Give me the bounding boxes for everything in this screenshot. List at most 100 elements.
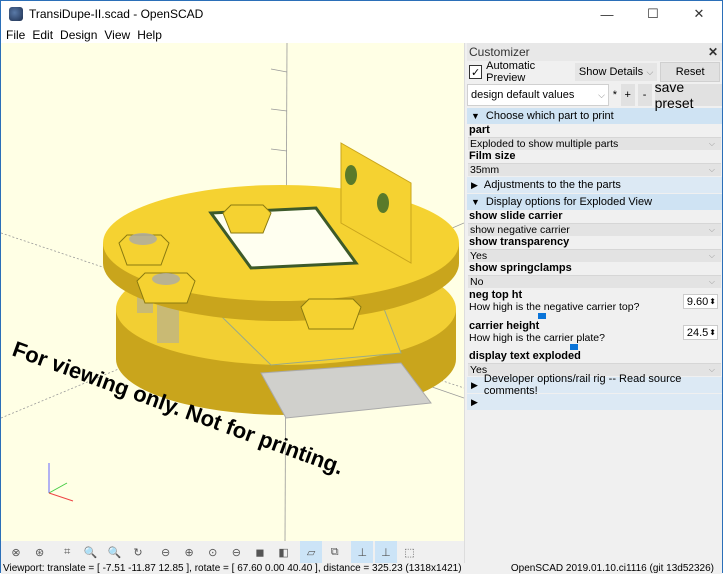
zoom-out-icon: 🔍	[107, 546, 122, 559]
group-display-options[interactable]: ▼ Display options for Exploded View	[467, 194, 722, 210]
param-carrier-height-spinbox[interactable]: 24.5 ⬍	[682, 325, 718, 340]
spin-value: 24.5	[686, 326, 709, 339]
menu-design[interactable]: Design	[60, 28, 97, 42]
automatic-preview-label: Automatic Preview	[486, 60, 536, 84]
view-top-button[interactable]: ⊕	[178, 541, 200, 563]
param-neg-top-ht: neg top ht How high is the negative carr…	[467, 288, 722, 319]
param-carrier-height-slider[interactable]	[570, 344, 579, 350]
add-preset-button[interactable]: +	[620, 84, 635, 106]
group-label: Adjustments to the the parts	[483, 179, 621, 191]
view-right-icon: ⊖	[160, 546, 171, 559]
render-button[interactable]: ⊛	[29, 541, 51, 563]
version-status: OpenSCAD 2019.01.10.ci1116 (git 13d52326…	[510, 563, 714, 574]
details-mode-select[interactable]: Show Details ⌵	[574, 63, 658, 81]
view-back-icon: ◧	[278, 546, 289, 559]
expanded-arrow-icon: ▼	[471, 197, 480, 207]
param-carrier-height-description: How high is the carrier plate?	[469, 332, 605, 344]
save-preset-button[interactable]: save preset	[654, 79, 723, 111]
preview-icon: ⊗	[11, 546, 21, 559]
customizer-title-bar: Customizer ✕	[467, 43, 722, 61]
orthogonal-icon: ⧉	[330, 545, 339, 558]
param-neg-top-ht-label: neg top ht	[469, 289, 523, 301]
param-show-springclamps-select[interactable]: No ⌵	[468, 275, 721, 288]
preset-value: design default values	[471, 89, 575, 101]
preset-select[interactable]: design default values ⌵	[467, 84, 609, 106]
view-back-button[interactable]: ◧	[273, 541, 295, 563]
chevron-down-icon: ⌵	[708, 165, 715, 174]
param-show-slide-carrier-select[interactable]: show negative carrier ⌵	[468, 223, 721, 236]
param-carrier-height: carrier height How high is the carrier p…	[467, 319, 722, 350]
view-top-icon: ⊕	[184, 546, 194, 559]
3d-viewport[interactable]: For viewing only. Not for printing.	[1, 43, 464, 541]
viewport-status: Viewport: translate = [ -7.51 -11.87 12.…	[3, 563, 462, 574]
view-toolbar: ⊗ ⊛ ⌗ 🔍 🔍 ↻ ⊖ ⊕ ⊙ ⊖ ◼ ◧ ▱ ⧉ ⊥ ⊥ ⬚	[1, 541, 464, 563]
status-bar: Viewport: translate = [ -7.51 -11.87 12.…	[1, 563, 722, 574]
view-front-icon: ◼	[255, 546, 265, 559]
chevron-down-icon: ⌵	[598, 89, 605, 100]
group-label: Display options for Exploded View	[485, 196, 653, 208]
automatic-preview-checkbox[interactable]: ✓	[469, 65, 483, 79]
zoom-in-button[interactable]: 🔍	[80, 541, 102, 563]
param-show-transparency-select[interactable]: Yes ⌵	[468, 249, 721, 262]
param-part-select[interactable]: Exploded to show multiple parts ⌵	[468, 137, 721, 150]
view-left-button[interactable]: ⊖	[225, 541, 247, 563]
maximize-button[interactable]: ☐	[630, 1, 676, 27]
spin-arrows-icon[interactable]: ⬍	[709, 328, 716, 337]
reset-view-button[interactable]: ↻	[127, 541, 149, 563]
menu-view[interactable]: View	[104, 28, 130, 42]
axis-indicator	[48, 463, 74, 502]
chevron-down-icon: ⌵	[708, 139, 715, 148]
reset-view-icon: ↻	[133, 546, 143, 559]
collapsed-arrow-icon: ▶	[471, 179, 478, 190]
menu-file[interactable]: File	[6, 28, 25, 42]
view-bottom-icon: ⊙	[208, 546, 218, 559]
menu-bar: File Edit Design View Help	[1, 27, 722, 43]
chevron-down-icon: ⌵	[646, 66, 654, 77]
param-part-label: part	[469, 124, 490, 136]
zoom-in-icon: 🔍	[83, 546, 98, 559]
model-render: For viewing only. Not for printing.	[1, 43, 464, 541]
expanded-arrow-icon: ▼	[471, 111, 480, 121]
spin-value: 9.60	[686, 295, 709, 308]
group-developer-options[interactable]: ▶ Developer options/rail rig -- Read sour…	[467, 373, 722, 397]
view-all-icon: ⌗	[64, 545, 71, 558]
remove-preset-button[interactable]: -	[637, 84, 652, 106]
show-axes-button[interactable]: ⊥	[351, 541, 374, 563]
perspective-icon: ▱	[306, 546, 316, 559]
preset-modified-indicator: *	[612, 89, 617, 101]
show-scale-markers-button[interactable]: ⊥	[374, 541, 397, 563]
zoom-out-button[interactable]: 🔍	[103, 541, 125, 563]
render-icon: ⊛	[34, 546, 45, 559]
minimize-button[interactable]: —	[584, 1, 630, 27]
menu-help[interactable]: Help	[137, 28, 162, 42]
show-edges-icon: ⬚	[404, 546, 415, 559]
preview-button[interactable]: ⊗	[5, 541, 27, 563]
param-value: Yes	[470, 250, 488, 262]
customizer-close-icon[interactable]: ✕	[708, 45, 718, 59]
chevron-down-icon: ⌵	[708, 251, 715, 260]
view-bottom-button[interactable]: ⊙	[202, 541, 224, 563]
param-neg-top-ht-description: How high is the negative carrier top?	[469, 301, 640, 313]
param-value: 35mm	[470, 164, 500, 176]
view-right-button[interactable]: ⊖	[155, 541, 177, 563]
transparency-slide	[260, 362, 432, 419]
close-button[interactable]: ✕	[676, 1, 722, 27]
spin-arrows-icon[interactable]: ⬍	[709, 297, 716, 306]
param-value: Exploded to show multiple parts	[470, 138, 619, 150]
view-all-button[interactable]: ⌗	[56, 541, 78, 563]
perspective-button[interactable]: ▱	[300, 541, 323, 563]
details-mode-value: Show Details	[578, 66, 644, 78]
param-show-transparency-label: show transparency	[469, 236, 570, 248]
group-adjustments[interactable]: ▶ Adjustments to the the parts	[467, 177, 722, 193]
view-front-button[interactable]: ◼	[249, 541, 271, 563]
axis-ticks	[270, 68, 288, 152]
menu-edit[interactable]: Edit	[32, 28, 53, 42]
group-label: Choose which part to print	[485, 110, 614, 122]
param-value: No	[470, 276, 484, 288]
collapsed-arrow-icon: ▶	[471, 379, 478, 390]
orthogonal-button[interactable]: ⧉	[324, 541, 346, 563]
param-film-size-select[interactable]: 35mm ⌵	[468, 163, 721, 176]
param-display-text-exploded-label: display text exploded	[469, 350, 581, 362]
param-neg-top-ht-spinbox[interactable]: 9.60 ⬍	[682, 294, 718, 309]
show-edges-button[interactable]: ⬚	[399, 541, 421, 563]
